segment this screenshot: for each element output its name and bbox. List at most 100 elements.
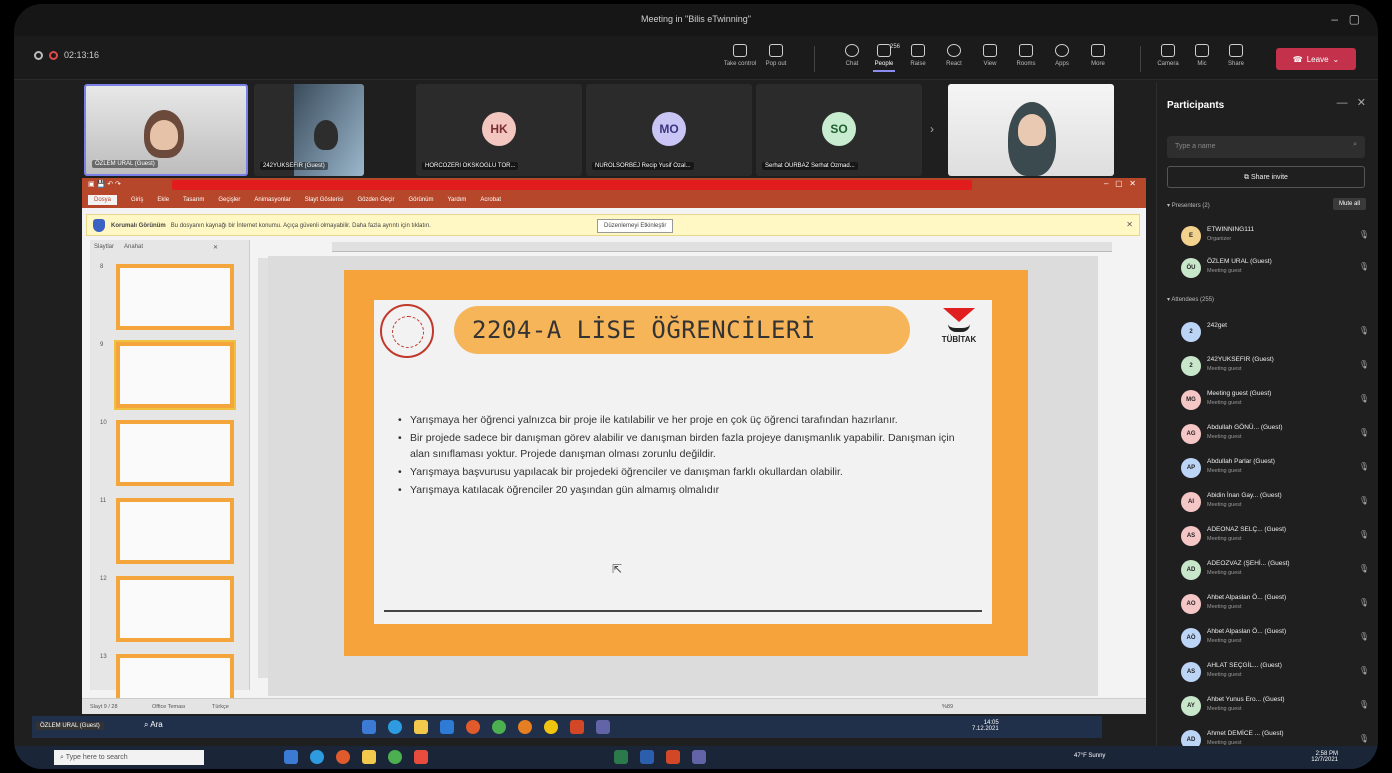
taskview-icon[interactable] xyxy=(362,720,376,734)
chrome-icon[interactable] xyxy=(388,750,402,764)
participant-row[interactable]: AI Abidin İnan Gay... (Guest) Meeting gues… xyxy=(1181,488,1371,516)
participant-row[interactable]: AD ADEOZVAZ (ŞEHİ... (Guest) Meeting guest… xyxy=(1181,556,1371,584)
file-explorer-icon[interactable] xyxy=(414,720,428,734)
pane-tab-slides[interactable]: Slaytlar xyxy=(94,244,114,251)
mic-muted-icon[interactable]: 🎙 xyxy=(1359,564,1369,573)
slide-thumbnail[interactable]: 10 xyxy=(100,420,234,486)
share-invite-button[interactable]: ⧉ Share invite xyxy=(1167,166,1365,188)
attendees-section-header[interactable]: ▾ Attendees (255) xyxy=(1167,296,1214,303)
video-tile[interactable]: ÖZLEM URAL (Guest) xyxy=(84,84,248,176)
video-tile[interactable]: SO Serhat OURBAZ Serhat Ozmad... xyxy=(756,84,922,176)
powerpoint-icon[interactable] xyxy=(666,750,680,764)
quick-access-toolbar[interactable]: ▣ 💾 ↶ ↷ xyxy=(88,180,121,188)
mic-muted-icon[interactable]: 🎙 xyxy=(1359,598,1369,607)
toolbar-pop-out-button[interactable]: Pop out xyxy=(756,44,796,67)
toolbar-view-button[interactable]: View xyxy=(970,44,1010,67)
ribbon-tab[interactable]: Ekle xyxy=(157,197,169,203)
video-tile[interactable]: HK HORCOZERI OKSKOGLU TOR... xyxy=(416,84,582,176)
powerpoint-icon[interactable] xyxy=(570,720,584,734)
video-tile[interactable]: 242YUKSEFIR (Guest) xyxy=(254,84,364,176)
mic-muted-icon[interactable]: 🎙 xyxy=(1359,462,1369,471)
toolbar-rooms-button[interactable]: Rooms xyxy=(1006,44,1046,67)
participant-row[interactable]: AG Abdullah GÖNÜ... (Guest) Meeting guest 🎙 xyxy=(1181,420,1371,448)
ribbon-tab[interactable]: Yardım xyxy=(447,197,466,203)
teams-icon[interactable] xyxy=(692,750,706,764)
slide-thumbnail[interactable]: 8 xyxy=(100,264,234,330)
slide-thumbnail[interactable]: 12 xyxy=(100,576,234,642)
firefox-icon[interactable] xyxy=(466,720,480,734)
mic-muted-icon[interactable]: 🎙 xyxy=(1359,700,1369,709)
participant-row[interactable]: AP Abdullah Parlar (Guest) Meeting guest 🎙 xyxy=(1181,454,1371,482)
app-icon[interactable] xyxy=(544,720,558,734)
ppt-window-buttons[interactable]: – ▢ ✕ xyxy=(1104,179,1136,188)
chrome-icon[interactable] xyxy=(492,720,506,734)
mic-muted-icon[interactable]: 🎙 xyxy=(1359,394,1369,403)
ribbon-tab[interactable]: Giriş xyxy=(131,197,143,203)
ribbon-tab[interactable]: Dosya xyxy=(88,195,118,205)
close-icon[interactable]: ✕ xyxy=(213,244,218,251)
minimize-button[interactable]: – xyxy=(1331,12,1338,26)
mute-all-button[interactable]: Mute all xyxy=(1332,198,1366,210)
file-explorer-icon[interactable] xyxy=(362,750,376,764)
participant-row[interactable]: 2 242get 🎙 xyxy=(1181,318,1371,346)
excel-icon[interactable] xyxy=(614,750,628,764)
ribbon-tab[interactable]: Geçişler xyxy=(218,197,240,203)
participant-row[interactable]: ÖU ÖZLEM URAL (Guest) Meeting guest 🎙 xyxy=(1181,254,1371,282)
close-icon[interactable]: ✕ xyxy=(1126,220,1133,229)
toolbar-react-button[interactable]: React xyxy=(934,44,974,67)
mic-muted-icon[interactable]: 🎙 xyxy=(1359,632,1369,641)
taskview-icon[interactable] xyxy=(284,750,298,764)
slide[interactable]: 2204-A LİSE ÖĞRENCİLERİ TÜBİTAK Yarışmay… xyxy=(344,270,1028,656)
video-tile[interactable]: MO NUROLSORBEJ Recip Yusif Ozal... xyxy=(586,84,752,176)
ribbon-tab[interactable]: Animasyonlar xyxy=(254,197,290,203)
participant-search-input[interactable]: Type a name ⌕ xyxy=(1167,136,1365,158)
slide-thumbnail[interactable]: 11 xyxy=(100,498,234,564)
firefox-icon[interactable] xyxy=(336,750,350,764)
mic-muted-icon[interactable]: 🎙 xyxy=(1359,666,1369,675)
search-box[interactable]: ⌕ Ara xyxy=(144,720,163,730)
participant-row[interactable]: E ETWINNING111 Organizer 🎙 xyxy=(1181,222,1371,250)
toolbar-take-control-button[interactable]: Take control xyxy=(720,44,760,67)
taskbar-search-input[interactable]: ⌕ Type here to search xyxy=(54,750,204,765)
edge-icon[interactable] xyxy=(388,720,402,734)
ribbon-tab[interactable]: Görünüm xyxy=(408,197,433,203)
participant-row[interactable]: AY Ahbet Yunus Ero... (Guest) Meeting gues… xyxy=(1181,692,1371,720)
system-clock[interactable]: 2:58 PM 12/7/2021 xyxy=(1311,751,1338,763)
mic-muted-icon[interactable]: 🎙 xyxy=(1359,326,1369,335)
ribbon-tab[interactable]: Gözden Geçir xyxy=(357,197,394,203)
app-icon[interactable] xyxy=(414,750,428,764)
participant-row[interactable]: AO Ahbet Alpaslan Ö... (Guest) Meeting gue… xyxy=(1181,590,1371,618)
mic-muted-icon[interactable]: 🎙 xyxy=(1359,230,1369,239)
chevron-down-icon[interactable]: ⌄ xyxy=(1333,55,1340,64)
mic-muted-icon[interactable]: 🎙 xyxy=(1359,496,1369,505)
toolbar-share-button[interactable]: Share xyxy=(1216,44,1256,67)
mic-muted-icon[interactable]: 🎙 xyxy=(1359,262,1369,271)
status-zoom[interactable]: %89 xyxy=(942,704,953,710)
maximize-button[interactable]: ▢ xyxy=(1349,12,1360,26)
toolbar-more-button[interactable]: More xyxy=(1078,44,1118,67)
toolbar-raise-button[interactable]: Raise xyxy=(898,44,938,67)
ribbon-tab[interactable]: Acrobat xyxy=(480,197,501,203)
mic-muted-icon[interactable]: 🎙 xyxy=(1359,530,1369,539)
mic-muted-icon[interactable]: 🎙 xyxy=(1359,428,1369,437)
protected-view-message[interactable]: Bu dosyanın kaynağı bir İnternet konumu.… xyxy=(171,223,431,229)
ribbon-tab[interactable]: Tasarım xyxy=(183,197,204,203)
leave-button[interactable]: ☎ Leave ⌄ xyxy=(1276,48,1356,70)
ribbon-tab[interactable]: Slayt Gösterisi xyxy=(305,197,344,203)
app-icon[interactable] xyxy=(518,720,532,734)
participant-row[interactable]: 2 242YUKSEFIR (Guest) Meeting guest 🎙 xyxy=(1181,352,1371,380)
slide-thumbnail[interactable]: 9 xyxy=(100,340,236,410)
participant-row[interactable]: AS ADEONAZ SELÇ... (Guest) Meeting guest 🎙 xyxy=(1181,522,1371,550)
teams-icon[interactable] xyxy=(596,720,610,734)
minimize-icon[interactable]: — xyxy=(1337,97,1348,109)
mail-icon[interactable] xyxy=(440,720,454,734)
edge-icon[interactable] xyxy=(310,750,324,764)
mic-muted-icon[interactable]: 🎙 xyxy=(1359,734,1369,743)
participant-row[interactable]: MG Meeting guest (Guest) Meeting guest 🎙 xyxy=(1181,386,1371,414)
word-icon[interactable] xyxy=(640,750,654,764)
enable-editing-button[interactable]: Düzenlemeyi Etkinleştir xyxy=(597,219,674,233)
weather-widget[interactable]: 47°F Sunny xyxy=(1074,753,1105,759)
toolbar-apps-button[interactable]: Apps xyxy=(1042,44,1082,67)
participant-row[interactable]: AS AHLAT SEÇGİL... (Guest) Meeting guest 🎙 xyxy=(1181,658,1371,686)
chevron-right-icon[interactable]: › xyxy=(930,122,934,136)
